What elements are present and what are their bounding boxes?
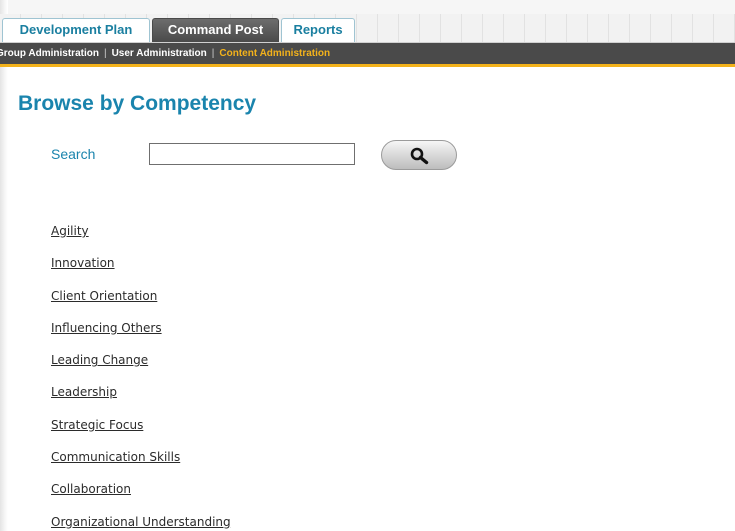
competency-link[interactable]: Agility xyxy=(51,224,89,238)
search-input[interactable] xyxy=(149,143,355,165)
magnifier-icon xyxy=(410,147,429,165)
competency-link[interactable]: Organizational Understanding xyxy=(51,515,231,529)
competency-list-item: Innovation xyxy=(51,256,231,288)
competency-list-item: Leading Change xyxy=(51,353,231,385)
tab-reports[interactable]: Reports xyxy=(281,18,355,42)
search-label: Search xyxy=(51,146,96,162)
competency-list-item: Communication Skills xyxy=(51,450,231,482)
competency-list-item: Organizational Understanding xyxy=(51,515,231,531)
subnav-separator: | xyxy=(211,48,215,59)
competency-link[interactable]: Innovation xyxy=(51,256,115,270)
competency-list-item: Influencing Others xyxy=(51,321,231,353)
competency-link[interactable]: Client Orientation xyxy=(51,289,157,303)
page-title: Browse by Competency xyxy=(18,92,257,115)
competency-link[interactable]: Collaboration xyxy=(51,482,131,496)
page: Development Plan Command Post Reports Gr… xyxy=(0,0,735,531)
competency-list-item: Collaboration xyxy=(51,482,231,514)
competency-list-item: Client Orientation xyxy=(51,289,231,321)
competency-link[interactable]: Leading Change xyxy=(51,353,148,367)
competency-list: Agility Innovation Client Orientation Influ… xyxy=(51,224,231,531)
left-edge-shadow xyxy=(0,0,8,531)
competency-list-item: Leadership xyxy=(51,385,231,417)
competency-list-item: Strategic Focus xyxy=(51,418,231,450)
competency-link[interactable]: Communication Skills xyxy=(51,450,180,464)
tab-development-plan[interactable]: Development Plan xyxy=(2,18,150,42)
competency-link[interactable]: Influencing Others xyxy=(51,321,162,335)
competency-list-item: Agility xyxy=(51,224,231,256)
search-button[interactable] xyxy=(381,140,457,170)
subnav-content-administration[interactable]: Content Administration xyxy=(219,43,330,64)
competency-link[interactable]: Strategic Focus xyxy=(51,418,143,432)
subnav-group-administration[interactable]: Group Administration xyxy=(0,43,99,64)
main-tab-bar: Development Plan Command Post Reports xyxy=(0,14,735,43)
tab-command-post[interactable]: Command Post xyxy=(152,18,279,42)
sub-navigation: Group Administration | User Administration… xyxy=(0,43,735,67)
competency-link[interactable]: Leadership xyxy=(51,385,117,399)
subnav-separator: | xyxy=(103,48,107,59)
top-strip xyxy=(0,0,735,14)
subnav-user-administration[interactable]: User Administration xyxy=(112,43,207,64)
